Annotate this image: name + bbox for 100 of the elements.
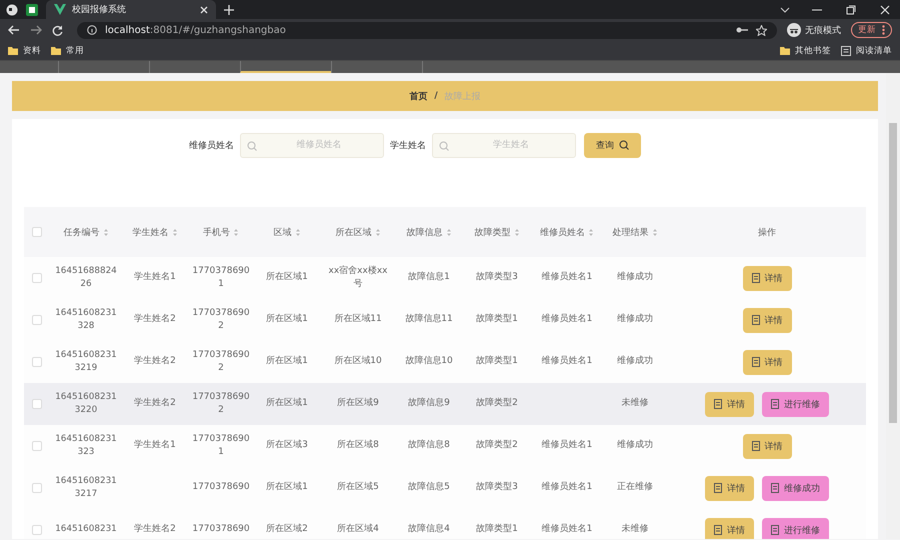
search-button[interactable]: 查询 <box>584 132 641 158</box>
column-header[interactable]: 区域 <box>274 226 300 238</box>
close-icon[interactable] <box>880 4 890 14</box>
table-row[interactable]: 16451608231323 学生姓名1 17703786901 所在区域3 所在区域8 故障信息8 故障类型2 维修员姓名1 维修成功 详情 <box>24 425 866 467</box>
more-icon <box>882 25 885 35</box>
document-icon <box>714 525 722 535</box>
reading-list-button[interactable]: 阅读清单 <box>841 44 892 56</box>
bookmark[interactable]: 其他书签 <box>780 44 831 56</box>
column-header[interactable]: 处理结果 <box>612 226 658 238</box>
column-header[interactable]: 任务编号 <box>64 226 108 238</box>
key-icon[interactable] <box>736 26 748 34</box>
folder-icon <box>780 46 790 56</box>
table-cell-text: 17703786902 <box>191 390 251 417</box>
table-cell-text: 故障类型2 <box>476 439 518 452</box>
document-icon <box>771 399 779 409</box>
table-cell-text: 故障信息5 <box>408 481 450 494</box>
row-checkbox[interactable] <box>32 441 42 451</box>
search-field[interactable]: 维修员姓名 <box>240 132 384 158</box>
table-cell-text: 维修成功 <box>617 439 653 452</box>
column-header[interactable]: 维修员姓名 <box>540 226 594 238</box>
reload-icon[interactable] <box>52 24 63 36</box>
breadcrumb-link[interactable]: 首页 <box>409 90 428 102</box>
plus-icon[interactable] <box>224 4 234 14</box>
table-cell-text: 维修成功 <box>617 355 653 368</box>
table-cell-text: 故障信息9 <box>408 397 450 410</box>
sheet-icon[interactable] <box>26 4 38 16</box>
search-field[interactable]: 学生姓名 <box>432 132 576 158</box>
table-cell-text: 16451608231328 <box>54 306 118 333</box>
row-checkbox[interactable] <box>32 227 42 237</box>
row-checkbox[interactable] <box>32 315 42 325</box>
table-cell-text: 未维修 <box>622 523 648 536</box>
column-header[interactable]: 手机号 <box>203 226 239 238</box>
table-cell-text: 164516082313219 <box>54 348 118 375</box>
table-cell-text: 学生姓名2 <box>134 397 176 410</box>
table-row[interactable]: 164516082313220 学生姓名2 17703786902 所在区域1 所在区域9 故障信息9 故障类型2 未维修 详情 进行维修 <box>24 383 866 425</box>
column-header[interactable]: 操作 <box>758 226 776 238</box>
row-checkbox[interactable] <box>32 357 42 367</box>
row-checkbox[interactable] <box>32 483 42 493</box>
table-cell-text: 1645168882426 <box>54 264 118 291</box>
column-header[interactable]: 故障类型 <box>474 226 520 238</box>
update-button[interactable]: 更新 <box>851 22 892 38</box>
table-cell-text: 维修员姓名1 <box>542 481 592 494</box>
table-cell-text: 所在区域9 <box>337 397 379 410</box>
table-row[interactable]: 1645168882426 学生姓名1 17703786901 所在区域1 xx宿舍xx楼xx号 故障信息1 故障类型3 维修员姓名1 维修成功 详情 <box>24 257 866 299</box>
close-icon[interactable] <box>200 6 208 14</box>
table-cell-text: 16451608231 <box>55 523 117 536</box>
table-row[interactable]: 16451608231328 学生姓名2 17703786902 所在区域1 所在区域11 故障信息11 故障类型1 维修员姓名1 维修成功 详情 <box>24 299 866 341</box>
row-checkbox[interactable] <box>32 525 42 535</box>
details-button[interactable]: 详情 <box>742 434 792 458</box>
table-row[interactable]: 16451608231 学生姓名2 1770378690 所在区域2 所在区域4 故障信息4 故障类型1 维修员姓名1 未维修 详情 进行维修 <box>24 509 866 539</box>
incognito-icon[interactable] <box>787 23 801 37</box>
table-cell-text: 故障类型1 <box>476 355 518 368</box>
column-header[interactable]: 所在区域 <box>336 226 380 238</box>
browser-tab[interactable]: 校园报修系统 <box>46 0 216 19</box>
details-button[interactable]: 详情 <box>705 392 754 416</box>
restore-icon[interactable] <box>846 4 856 14</box>
table-cell-text: xx宿舍xx楼xx号 <box>328 264 388 291</box>
table-cell-text: 17703786901 <box>191 432 251 459</box>
row-checkbox[interactable] <box>32 399 42 409</box>
table-cell-text: 维修成功 <box>617 271 653 284</box>
chevron-down-icon[interactable] <box>780 6 790 12</box>
folder-icon <box>8 46 18 56</box>
folder-icon <box>51 46 61 56</box>
table-cell-text: 故障信息10 <box>405 355 453 368</box>
column-header[interactable]: 故障信息 <box>406 226 452 238</box>
table-cell-text: 故障信息4 <box>408 523 450 536</box>
table-cell-text: 所在区域8 <box>337 439 379 452</box>
table-cell-text: 维修员姓名1 <box>542 313 592 326</box>
breadcrumb-separator: / <box>434 91 438 101</box>
table-cell-text: 学生姓名1 <box>134 439 176 452</box>
table-cell-text: 所在区域5 <box>337 481 379 494</box>
info-icon <box>87 25 97 35</box>
table-cell-text: 维修员姓名1 <box>542 271 592 284</box>
bookmark[interactable]: 资料 <box>8 44 41 56</box>
table-cell-text: 164516082313220 <box>54 390 118 417</box>
table-row[interactable]: 164516082313217 1770378690 所在区域1 所在区域5 故障信息5 故障类型3 维修员姓名1 正在维修 详情 维修成功 <box>24 467 866 509</box>
forward-arrow-icon[interactable] <box>30 25 42 35</box>
nav-tab[interactable] <box>240 61 331 73</box>
table-cell-text: 故障类型1 <box>476 313 518 326</box>
star-icon[interactable] <box>756 24 767 36</box>
table-cell-text: 维修成功 <box>617 313 653 326</box>
table-cell-text: 未维修 <box>622 397 648 410</box>
repair-button[interactable]: 进行维修 <box>762 392 829 416</box>
repair-button[interactable]: 维修成功 <box>762 476 829 500</box>
details-button[interactable]: 详情 <box>742 350 792 374</box>
bookmark[interactable]: 常用 <box>51 44 84 56</box>
details-button[interactable]: 详情 <box>705 476 754 500</box>
column-header[interactable]: 学生姓名 <box>132 226 178 238</box>
document-icon <box>714 483 722 493</box>
table-cell-text: 所在区域1 <box>266 397 308 410</box>
minimize-icon[interactable] <box>812 8 822 10</box>
table-cell-text: 所在区域3 <box>266 439 308 452</box>
table-row[interactable]: 164516082313219 学生姓名2 17703786902 所在区域1 所在区域10 故障信息10 故障类型1 维修员姓名1 维修成功 详情 <box>24 341 866 383</box>
details-button[interactable]: 详情 <box>742 266 792 290</box>
details-button[interactable]: 详情 <box>705 518 754 539</box>
back-arrow-icon[interactable] <box>8 25 20 35</box>
address-field[interactable]: localhost:8081/#/guzhangshangbao <box>77 22 777 38</box>
row-checkbox[interactable] <box>32 273 42 283</box>
repair-button[interactable]: 进行维修 <box>762 518 829 539</box>
details-button[interactable]: 详情 <box>742 308 792 332</box>
